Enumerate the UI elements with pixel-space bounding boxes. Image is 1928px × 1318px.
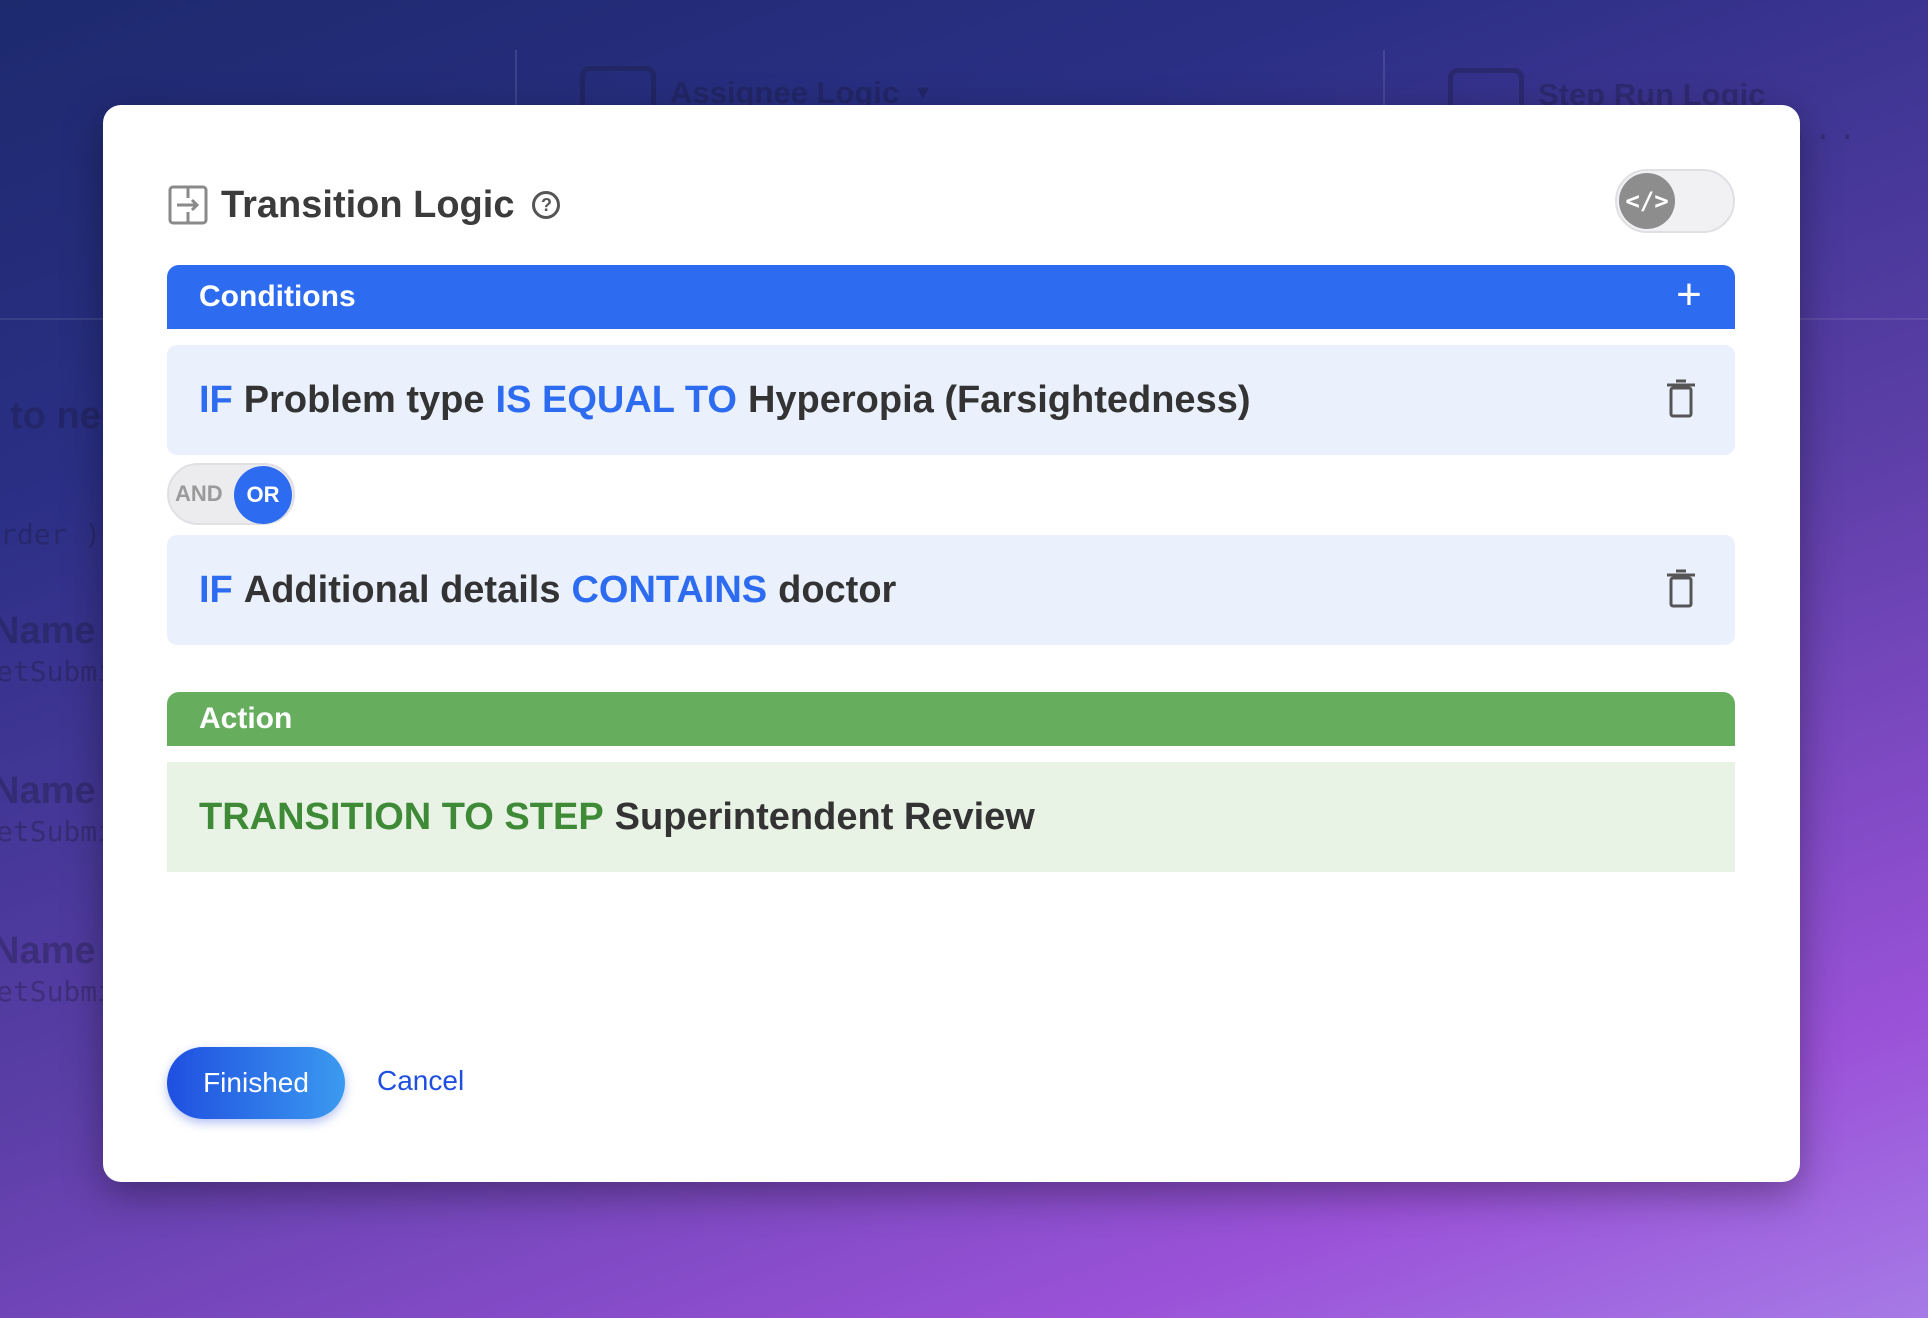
transition-logic-modal: Transition Logic ? </> Conditions + IF P… — [103, 105, 1800, 1182]
condition-if-keyword: IF — [199, 568, 233, 611]
modal-title: Transition Logic — [221, 183, 515, 226]
transition-icon — [168, 185, 208, 225]
and-option[interactable]: AND — [175, 481, 223, 507]
background-text: Name — [0, 610, 96, 652]
condition-value[interactable]: Hyperopia (Farsightedness) — [748, 379, 1251, 422]
conditions-title: Conditions — [199, 280, 356, 313]
condition-field[interactable]: Additional details — [244, 569, 561, 612]
background-text: etSubmi — [0, 815, 115, 848]
condition-field[interactable]: Problem type — [244, 379, 485, 422]
background-text: rder ) — [0, 518, 102, 551]
and-or-toggle[interactable]: AND OR — [167, 463, 295, 525]
finished-button[interactable]: Finished — [167, 1047, 345, 1119]
action-title: Action — [199, 702, 293, 735]
code-view-toggle[interactable]: </> — [1615, 169, 1735, 233]
condition-row: IF Additional details CONTAINS doctor — [167, 535, 1735, 645]
background-text: to ne — [10, 395, 101, 437]
chevron-down-icon: ▼ — [913, 81, 933, 104]
condition-operator[interactable]: IS EQUAL TO — [496, 379, 737, 422]
conditions-header: Conditions + — [167, 265, 1735, 329]
action-target-step[interactable]: Superintendent Review — [615, 796, 1035, 839]
action-row: TRANSITION TO STEP Superintendent Review — [167, 762, 1735, 872]
code-icon: </> — [1619, 173, 1675, 229]
help-icon[interactable]: ? — [532, 191, 561, 219]
condition-operator[interactable]: CONTAINS — [571, 569, 767, 612]
background-ellipsis: ... — [1790, 112, 1863, 147]
condition-row: IF Problem type IS EQUAL TO Hyperopia (F… — [167, 345, 1735, 455]
action-header: Action — [167, 692, 1735, 746]
background-text: Name — [0, 770, 96, 812]
trash-icon[interactable] — [1665, 569, 1697, 609]
or-option[interactable]: OR — [234, 466, 292, 524]
background-text: etSubmi — [0, 655, 115, 688]
background-text: etSubmi — [0, 975, 115, 1008]
trash-icon[interactable] — [1665, 379, 1697, 419]
background-text: Name — [0, 930, 96, 972]
plus-icon[interactable]: + — [1667, 273, 1711, 319]
cancel-button[interactable]: Cancel — [377, 1065, 464, 1097]
modal-header: Transition Logic ? — [167, 175, 561, 235]
condition-if-keyword: IF — [199, 378, 233, 421]
condition-value[interactable]: doctor — [778, 569, 896, 612]
action-keyword: TRANSITION TO STEP — [199, 795, 604, 838]
